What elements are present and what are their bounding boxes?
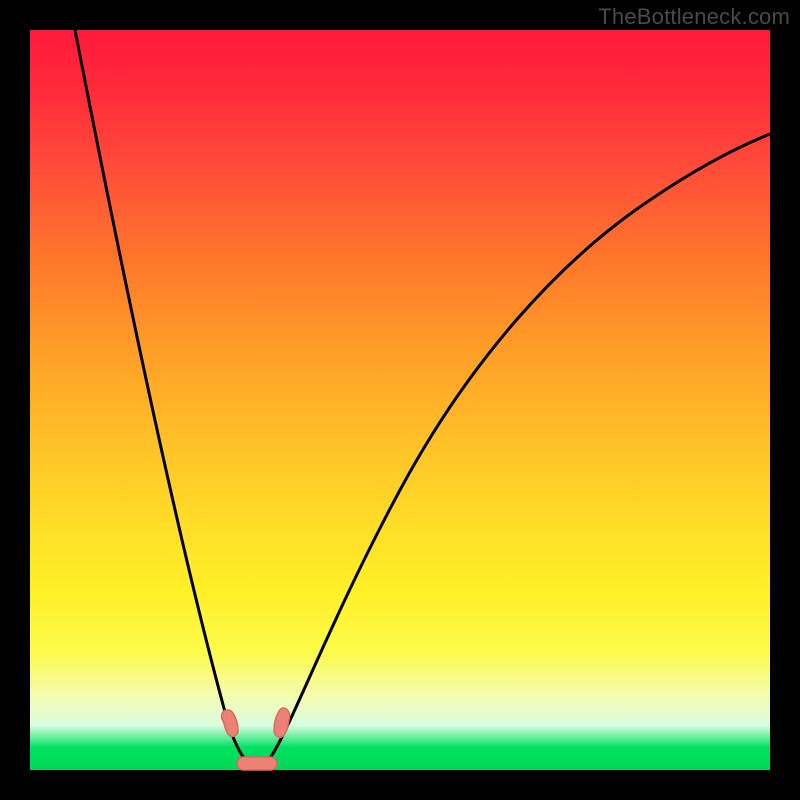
marker-right	[274, 708, 290, 737]
marker-left	[222, 710, 238, 737]
watermark-text: TheBottleneck.com	[598, 4, 790, 30]
marker-baseline	[237, 757, 277, 770]
curve-left	[75, 30, 244, 758]
curve-right	[270, 134, 770, 758]
chart-plot-area	[30, 30, 770, 770]
chart-svg	[30, 30, 770, 770]
